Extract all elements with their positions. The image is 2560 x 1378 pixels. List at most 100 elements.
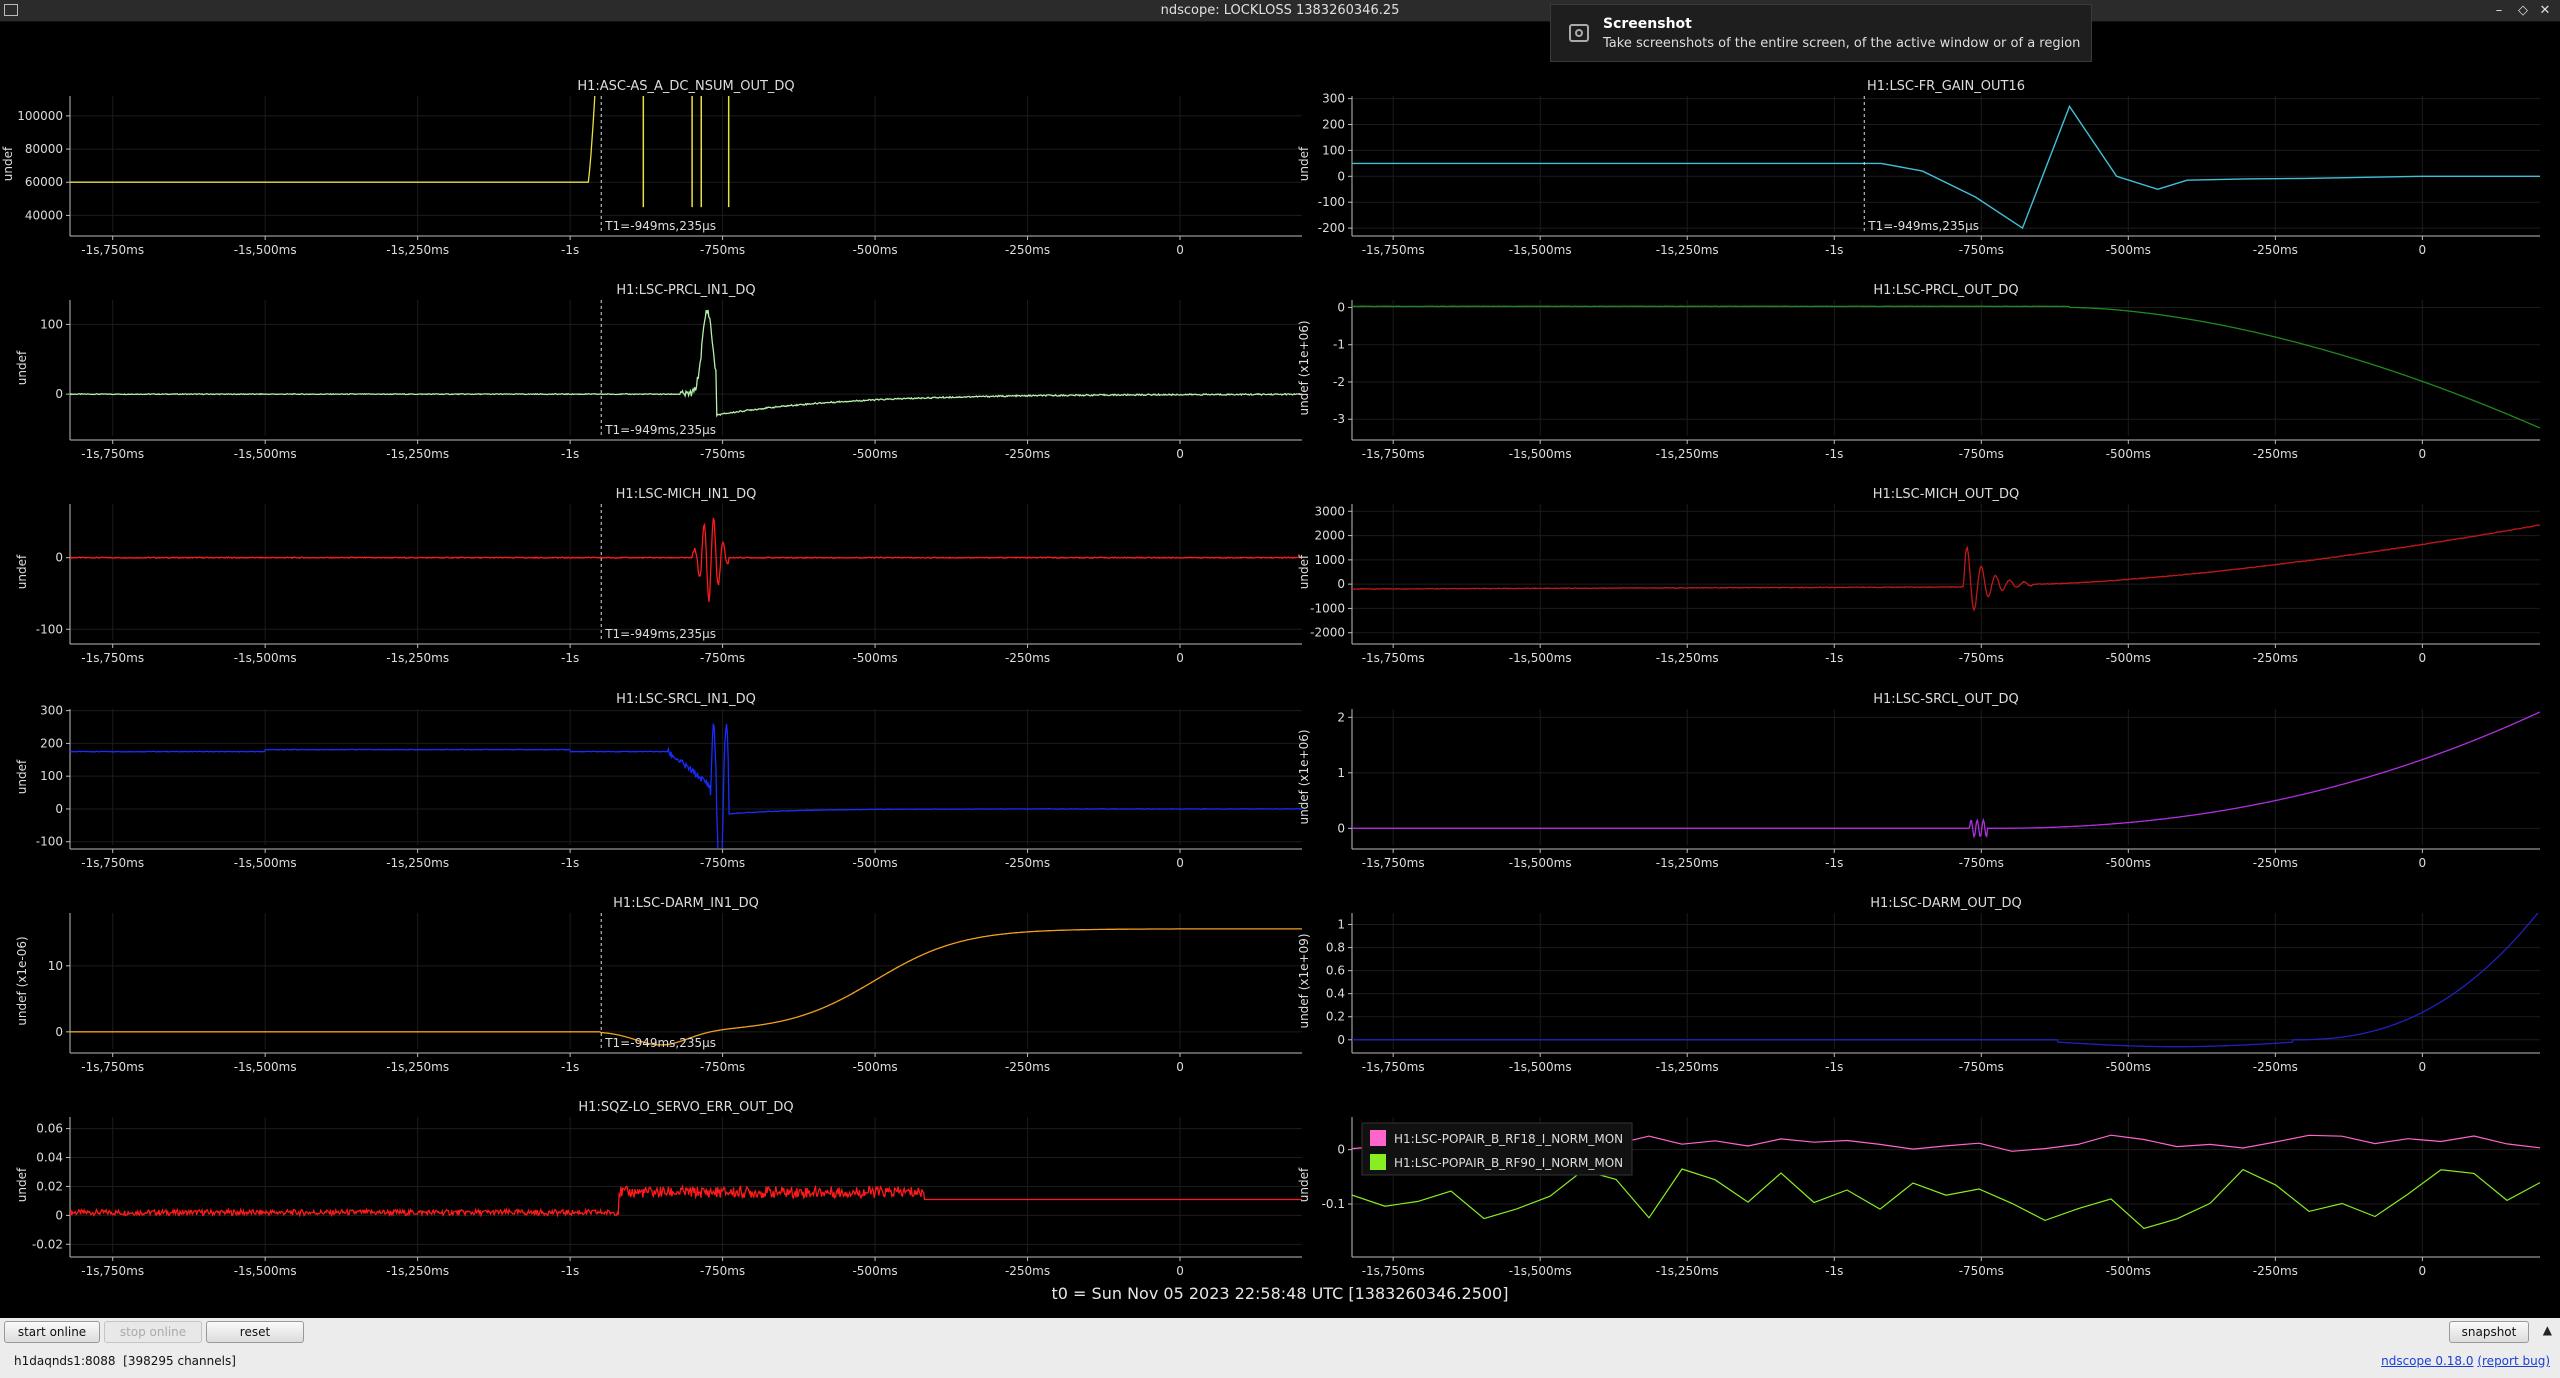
trace xyxy=(70,723,1302,848)
y-tick-label: 0.8 xyxy=(1326,941,1345,955)
y-tick-label: 300 xyxy=(1322,92,1345,106)
trace-area xyxy=(70,96,730,208)
x-tick-label: -1s,250ms xyxy=(1656,651,1719,665)
x-tick-label: -1s,500ms xyxy=(1509,243,1572,257)
y-tick-label: 40000 xyxy=(25,208,63,222)
y-tick-label: -100 xyxy=(36,835,63,849)
cursor-label: T1=-949ms,235µs xyxy=(604,219,716,233)
x-tick-label: -500ms xyxy=(2106,1060,2151,1074)
status-text: h1daqnds1:8088 [398295 channels] xyxy=(14,1354,236,1368)
y-tick-label: 200 xyxy=(40,736,63,750)
close-button[interactable]: ✕ xyxy=(2536,2,2554,20)
plot-title: H1:LSC-SRCL_OUT_DQ xyxy=(1873,692,2019,707)
y-axis-label: undef xyxy=(1297,146,1311,181)
notification-message: Take screenshots of the entire screen, o… xyxy=(1603,36,2081,51)
x-tick-label: -1s,750ms xyxy=(1362,856,1425,870)
x-tick-label: -500ms xyxy=(2106,651,2151,665)
x-tick-label: 0 xyxy=(2419,243,2427,257)
x-tick-label: -750ms xyxy=(1959,1264,2004,1278)
trace-area xyxy=(1352,913,2539,1048)
snapshot-button[interactable]: snapshot xyxy=(2449,1321,2529,1343)
x-tick-label: -1s,250ms xyxy=(1656,856,1719,870)
x-tick-label: -500ms xyxy=(2106,447,2151,461)
y-tick-label: 100 xyxy=(40,317,63,331)
x-tick-label: 0 xyxy=(1176,856,1184,870)
y-tick-label: 3000 xyxy=(1314,504,1345,518)
x-tick-label: -1s,250ms xyxy=(1656,1060,1719,1074)
cursor-label: T1=-949ms,235µs xyxy=(604,423,716,437)
x-tick-label: -1s,500ms xyxy=(1509,651,1572,665)
x-tick-label: 0 xyxy=(1176,1060,1184,1074)
y-axis-label: undef xyxy=(15,759,29,794)
y-axis-label: undef xyxy=(15,350,29,385)
plot-title: H1:LSC-DARM_IN1_DQ xyxy=(613,896,759,911)
y-tick-label: 0.2 xyxy=(1326,1010,1345,1024)
plot-lsc-prcl-in1: H1:LSC-PRCL_IN1_DQ 0 100 -1s,750ms -1s,500ms… xyxy=(15,283,1302,461)
x-tick-label: -1s,500ms xyxy=(234,1060,297,1074)
report-bug-link[interactable]: (report bug) xyxy=(2477,1354,2550,1368)
y-tick-label: 1000 xyxy=(1314,553,1345,567)
x-tick-label: -1s,500ms xyxy=(234,651,297,665)
start-online-button[interactable]: start online xyxy=(4,1321,100,1343)
version-link[interactable]: ndscope 0.18.0 xyxy=(2381,1354,2473,1368)
x-tick-label: 0 xyxy=(2419,856,2427,870)
window-titlebar: ndscope: LOCKLOSS 1383260346.25 – ◇ ✕ xyxy=(0,0,2560,22)
y-tick-label: -1 xyxy=(1333,338,1345,352)
x-tick-label: 0 xyxy=(1176,243,1184,257)
y-tick-label: 2 xyxy=(1337,710,1345,724)
x-tick-label: -250ms xyxy=(2253,243,2298,257)
y-tick-label: 1 xyxy=(1337,766,1345,780)
plot-grid[interactable]: H1:ASC-AS_A_DC_NSUM_OUT_DQ 40000 60000 8000… xyxy=(0,22,2560,1318)
y-tick-label: 80000 xyxy=(25,142,63,156)
plot-title: H1:LSC-SRCL_IN1_DQ xyxy=(616,692,756,707)
x-tick-label: -1s,250ms xyxy=(386,856,449,870)
x-tick-label: -1s,250ms xyxy=(386,1264,449,1278)
plot-lsc-darm-out: H1:LSC-DARM_OUT_DQ 0 0.2 0.4 0.6 0.8 1 -1s,750m… xyxy=(1297,896,2540,1074)
stop-online-button[interactable]: stop online xyxy=(104,1321,202,1343)
notification-title: Screenshot xyxy=(1603,16,1692,32)
x-tick-label: -250ms xyxy=(1005,1060,1050,1074)
maximize-button[interactable]: ◇ xyxy=(2514,2,2532,20)
x-tick-label: -750ms xyxy=(1959,447,2004,461)
x-tick-label: -500ms xyxy=(2106,1264,2151,1278)
y-tick-label: 0 xyxy=(1337,169,1345,183)
x-tick-label: -1s,250ms xyxy=(1656,447,1719,461)
plot-lsc-srcl-out: H1:LSC-SRCL_OUT_DQ 0 1 2 -1s,750ms -1s,500ms -… xyxy=(1297,692,2540,870)
y-tick-label: 0 xyxy=(55,1208,63,1222)
y-tick-label: 0.4 xyxy=(1326,987,1345,1001)
x-tick-label: -1s,500ms xyxy=(234,447,297,461)
y-axis-label: undef xyxy=(1,146,15,181)
trace xyxy=(70,309,1302,418)
minimize-button[interactable]: – xyxy=(2490,2,2508,20)
legend-label: H1:LSC-POPAIR_B_RF18_I_NORM_MON xyxy=(1394,1132,1623,1146)
x-tick-label: -750ms xyxy=(1959,243,2004,257)
trace xyxy=(1352,524,2540,612)
y-axis-label: undef (x1e+09) xyxy=(1297,933,1311,1028)
y-tick-label: 0 xyxy=(1337,821,1345,835)
y-tick-label: 0 xyxy=(55,1025,63,1039)
camera-icon xyxy=(1569,24,1589,42)
x-tick-label: -1s,250ms xyxy=(386,447,449,461)
x-tick-label: -1s,250ms xyxy=(1656,1264,1719,1278)
y-tick-label: 0 xyxy=(1337,1033,1345,1047)
x-tick-label: -500ms xyxy=(852,447,897,461)
x-tick-label: -1s,750ms xyxy=(81,447,144,461)
y-axis-label: undef xyxy=(15,1167,29,1202)
trace-area xyxy=(70,517,1302,602)
x-tick-label: -500ms xyxy=(852,1264,897,1278)
plot-sqz-lo-servo-err: H1:SQZ-LO_SERVO_ERR_OUT_DQ -0.02 0 0.02 0.04… xyxy=(15,1100,1302,1278)
x-tick-label: -750ms xyxy=(1959,856,2004,870)
reset-button[interactable]: reset xyxy=(206,1321,304,1343)
y-tick-label: -3 xyxy=(1333,412,1345,426)
trace-rf90 xyxy=(1352,1168,2540,1230)
plot-lsc-mich-out: H1:LSC-MICH_OUT_DQ -2000 -1000 0 1000 2000 300… xyxy=(1297,487,2540,665)
control-bar: start online stop online reset snapshot … xyxy=(0,1318,2560,1378)
trace-area xyxy=(1352,305,2540,429)
screenshot-notification[interactable]: Screenshot Take screenshots of the entir… xyxy=(1550,4,2092,62)
expand-icon[interactable]: ▲ xyxy=(2543,1323,2552,1337)
x-tick-label: -1s,500ms xyxy=(234,1264,297,1278)
legend-swatch xyxy=(1370,1154,1386,1170)
y-axis-label: undef (x1e+06) xyxy=(1297,729,1311,824)
x-tick-label: -1s xyxy=(561,243,579,257)
trace-area xyxy=(1352,711,2540,839)
